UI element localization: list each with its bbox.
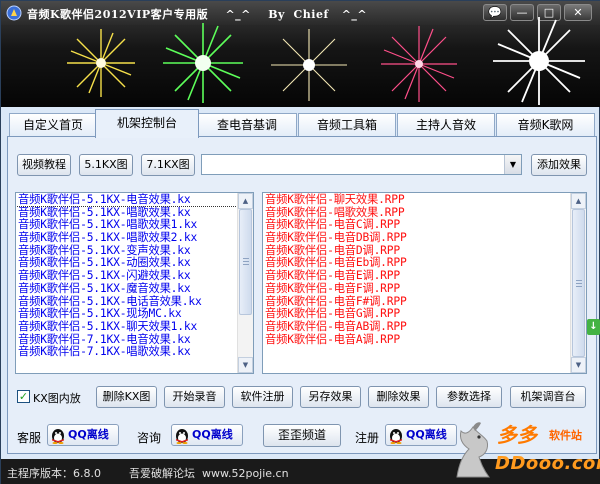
horse-logo-icon [456, 422, 490, 478]
service-qq-button[interactable]: QQ离线 [47, 424, 119, 446]
kx51-diagram-button[interactable]: 5.1KX图 [79, 154, 133, 176]
rpp-project-item[interactable]: 音频K歌伴侣-电音C调.RPP [263, 218, 586, 232]
scroll-up-icon[interactable]: ▲ [571, 193, 586, 209]
window-title: 音频K歌伴侣2012VIP客户专用版 ^_^ By Chief ^_^ [27, 8, 368, 21]
tab-custom-home[interactable]: 自定义首页 [9, 113, 97, 137]
rpp-project-items: 音频K歌伴侣-聊天效果.RPP 音频K歌伴侣-唱歌效果.RPP 音频K歌伴侣-电音C… [263, 193, 586, 345]
tab-strip: 自定义首页 机架控制台 查电音基调 音频工具箱 主持人音效 音频K歌网 [7, 109, 597, 138]
kx-preset-item[interactable]: 音频K歌伴侣-5.1KX-唱歌效果1.kx [16, 218, 253, 232]
rpp-project-item[interactable]: 音频K歌伴侣-电音AB调.RPP [263, 320, 586, 333]
qq-penguin-icon [390, 429, 402, 444]
rpp-project-item[interactable]: 音频K歌伴侣-唱歌效果.RPP [263, 206, 586, 219]
tab-audio-ksong-site[interactable]: 音频K歌网 [496, 113, 595, 137]
watermark-text-sub: 软件站 [549, 429, 582, 442]
effect-combo-select[interactable]: ▼ [201, 154, 522, 175]
firework-pink-decoration [381, 26, 457, 102]
save-effect-button[interactable]: 另存效果 [300, 386, 361, 408]
kx-preset-item[interactable]: 音频K歌伴侣-5.1KX-闪避效果.kx [16, 269, 253, 282]
rpp-project-item[interactable]: 音频K歌伴侣-电音F#调.RPP [263, 295, 586, 308]
tab-rack-console[interactable]: 机架控制台 [95, 109, 199, 138]
tab-audio-toolbox[interactable]: 音频工具箱 [298, 113, 396, 137]
yy-channel-button[interactable]: 歪歪频道 [263, 424, 341, 447]
watermark-text-domain: DDooo.com [495, 453, 600, 474]
kx-preset-item[interactable]: 音频K歌伴侣-5.1KX-魔音效果.kx [16, 282, 253, 295]
kx-preset-item[interactable]: 音频K歌伴侣-5.1KX-电音效果.kx [16, 193, 253, 207]
scroll-down-icon[interactable]: ▼ [571, 357, 586, 373]
arrow-down-icon[interactable]: ↓ [587, 319, 600, 335]
delete-effect-button[interactable]: 删除效果 [368, 386, 429, 408]
kx-preset-item[interactable]: 音频K歌伴侣-5.1KX-聊天效果1.kx [16, 320, 253, 333]
delete-kx-button[interactable]: 删除KX图 [96, 386, 157, 408]
firework-green-decoration [163, 23, 243, 103]
scroll-thumb[interactable] [572, 209, 585, 357]
qq-penguin-icon [52, 429, 64, 444]
kx-preset-item[interactable]: 音频K歌伴侣-5.1KX-唱歌效果.kx [16, 206, 253, 219]
firework-silver-decoration [493, 17, 585, 105]
scroll-thumb[interactable] [239, 209, 252, 315]
qq-status: QQ离线 [406, 428, 447, 441]
right-list-scrollbar[interactable]: ▲ ▼ [570, 193, 586, 373]
video-tutorial-button[interactable]: 视频教程 [17, 154, 71, 176]
consult-qq-button[interactable]: QQ离线 [171, 424, 243, 446]
version-text: 主程序版本：6.8.0 [7, 467, 101, 480]
qq-status: QQ离线 [192, 428, 233, 441]
tab-key-finder[interactable]: 查电音基调 [197, 113, 297, 137]
kx-preset-item[interactable]: 音频K歌伴侣-7.1KX-电音效果.kx [16, 333, 253, 346]
rpp-project-item[interactable]: 音频K歌伴侣-电音E调.RPP [263, 269, 586, 282]
start-record-button[interactable]: 开始录音 [164, 386, 225, 408]
main-window: 音频K歌伴侣2012VIP客户专用版 ^_^ By Chief ^_^ 💬 — … [0, 0, 600, 484]
app-icon [6, 5, 22, 21]
firework-white-decoration [271, 29, 347, 101]
qq-penguin-icon [176, 429, 188, 444]
firework-yellow-decoration [67, 29, 135, 97]
kx-preset-item[interactable]: 音频K歌伴侣-5.1KX-电话音效果.kx [16, 295, 253, 308]
kx-preset-item[interactable]: 音频K歌伴侣-5.1KX-动圈效果.kx [16, 256, 253, 270]
rpp-project-item[interactable]: 音频K歌伴侣-电音F调.RPP [263, 282, 586, 295]
rpp-project-list[interactable]: 音频K歌伴侣-聊天效果.RPP 音频K歌伴侣-唱歌效果.RPP 音频K歌伴侣-电音C… [262, 192, 587, 374]
qq-status: QQ离线 [68, 428, 109, 441]
kx-preset-item[interactable]: 音频K歌伴侣-5.1KX-唱歌效果2.kx [16, 231, 253, 244]
scroll-down-icon[interactable]: ▼ [238, 357, 253, 373]
rpp-project-item[interactable]: 音频K歌伴侣-电音DB调.RPP [263, 231, 586, 244]
kx-inside-label: KX图内放 [33, 392, 81, 405]
rpp-project-item[interactable]: 音频K歌伴侣-电音G调.RPP [263, 307, 586, 320]
kx-preset-items: 音频K歌伴侣-5.1KX-电音效果.kx 音频K歌伴侣-5.1KX-唱歌效果.kx… [16, 193, 253, 358]
rpp-project-item[interactable]: 音频K歌伴侣-电音A调.RPP [263, 333, 586, 346]
rack-tune-button[interactable]: 机架调音台 [510, 386, 586, 408]
header-banner: 音频K歌伴侣2012VIP客户专用版 ^_^ By Chief ^_^ 💬 — … [1, 1, 600, 107]
tab-host-effects[interactable]: 主持人音效 [397, 113, 495, 137]
consult-label: 咨询 [137, 431, 162, 445]
kx-preset-list[interactable]: 音频K歌伴侣-5.1KX-电音效果.kx 音频K歌伴侣-5.1KX-唱歌效果.kx… [15, 192, 254, 374]
left-list-scrollbar[interactable]: ▲ ▼ [237, 193, 253, 373]
scroll-up-icon[interactable]: ▲ [238, 193, 253, 209]
kx71-diagram-button[interactable]: 7.1KX图 [141, 154, 195, 176]
rpp-project-item[interactable]: 音频K歌伴侣-电音D调.RPP [263, 244, 586, 257]
param-select-button[interactable]: 参数选择 [436, 386, 502, 408]
rpp-project-item[interactable]: 音频K歌伴侣-聊天效果.RPP [263, 193, 586, 206]
site-link[interactable]: 吾爱破解论坛 www.52pojie.cn [129, 465, 289, 481]
watermark-logo: 多多 软件站 DDooo.com [445, 415, 600, 484]
rpp-project-item[interactable]: 音频K歌伴侣-电音Eb调.RPP [263, 256, 586, 270]
watermark-text-main: 多多 [497, 423, 537, 447]
kx-preset-item[interactable]: 音频K歌伴侣-7.1KX-唱歌效果.kx [16, 345, 253, 358]
kx-inside-checkbox[interactable]: ✓ [17, 390, 30, 403]
register-label: 注册 [355, 431, 380, 445]
kx-preset-item[interactable]: 音频K歌伴侣-5.1KX-变声效果.kx [16, 244, 253, 257]
service-label: 客服 [17, 431, 42, 445]
kx-preset-item[interactable]: 音频K歌伴侣-5.1KX-现场MC.kx [16, 307, 253, 320]
add-effect-button[interactable]: 添加效果 [531, 154, 587, 176]
chevron-down-icon[interactable]: ▼ [504, 155, 521, 174]
software-register-button[interactable]: 软件注册 [232, 386, 293, 408]
